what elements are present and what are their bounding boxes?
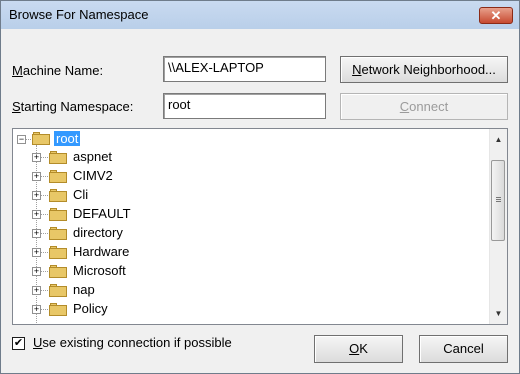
browse-namespace-dialog: Browse For Namespace ✕ Machine Name: \\A… <box>0 0 520 374</box>
folder-icon <box>49 151 67 164</box>
folder-icon <box>32 132 50 145</box>
expand-icon[interactable]: + <box>32 286 41 295</box>
folder-icon <box>49 246 67 259</box>
expand-icon[interactable]: + <box>32 305 41 314</box>
network-neighborhood-button[interactable]: Network Neighborhood... <box>340 56 508 83</box>
expand-icon[interactable]: + <box>32 153 41 162</box>
ok-button[interactable]: OK <box>314 335 403 363</box>
close-button[interactable]: ✕ <box>479 7 513 24</box>
collapse-icon[interactable]: − <box>17 135 26 144</box>
connect-button[interactable]: Connect <box>340 93 508 120</box>
expand-icon[interactable]: + <box>32 172 41 181</box>
scrollbar-thumb[interactable] <box>491 160 505 241</box>
machine-name-input[interactable]: \\ALEX-LAPTOP <box>163 56 326 82</box>
expand-icon[interactable]: + <box>32 210 41 219</box>
tree-node[interactable]: + CIMV2 <box>13 167 483 185</box>
use-existing-connection-checkbox[interactable]: ✔ <box>12 337 25 350</box>
folder-icon <box>49 170 67 183</box>
expand-icon[interactable]: + <box>32 248 41 257</box>
machine-name-label: Machine Name: <box>12 63 104 78</box>
folder-icon <box>49 265 67 278</box>
dialog-title: Browse For Namespace <box>9 7 149 22</box>
folder-icon <box>49 227 67 240</box>
scroll-down-arrow-icon[interactable]: ▼ <box>490 305 507 322</box>
folder-icon <box>49 208 67 221</box>
tree-node[interactable]: + Policy <box>13 300 483 318</box>
folder-icon <box>49 189 67 202</box>
namespace-tree[interactable]: − root + aspnet + CIMV2 + Cli + DEFAULT … <box>12 128 508 325</box>
starting-namespace-label: Starting Namespace: <box>12 99 134 114</box>
tree-node[interactable]: + Microsoft <box>13 262 483 280</box>
title-bar[interactable]: Browse For Namespace ✕ <box>1 1 519 29</box>
expand-icon[interactable]: + <box>32 191 41 200</box>
use-existing-connection-label[interactable]: Use existing connection if possible <box>33 335 232 350</box>
tree-node[interactable]: + DEFAULT <box>13 205 483 223</box>
tree-node[interactable]: + aspnet <box>13 148 483 166</box>
cancel-button[interactable]: Cancel <box>419 335 508 363</box>
tree-node[interactable]: + directory <box>13 224 483 242</box>
folder-icon <box>49 284 67 297</box>
tree-node-root[interactable]: root <box>54 131 81 146</box>
starting-namespace-input[interactable]: root <box>163 93 326 119</box>
tree-node[interactable]: + Hardware <box>13 243 483 261</box>
tree-node[interactable]: + Cli <box>13 186 483 204</box>
expand-icon[interactable]: + <box>32 229 41 238</box>
scroll-up-arrow-icon[interactable]: ▲ <box>490 131 507 148</box>
expand-icon[interactable]: + <box>32 267 41 276</box>
close-icon: ✕ <box>490 8 502 23</box>
folder-icon <box>49 303 67 316</box>
tree-node[interactable]: + nap <box>13 281 483 299</box>
tree-scrollbar[interactable]: ▲ ▼ <box>489 129 507 324</box>
